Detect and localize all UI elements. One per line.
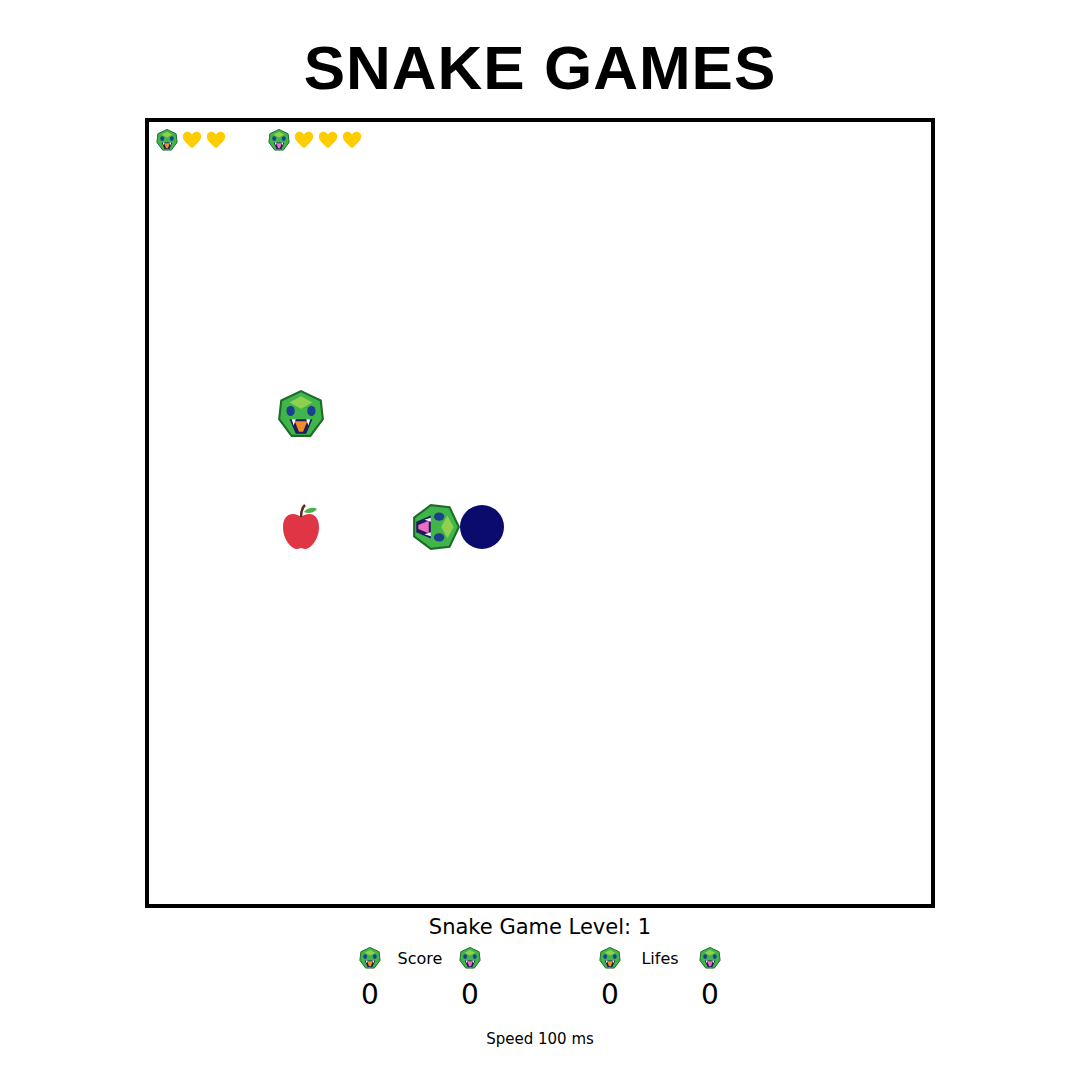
snake-head-icon xyxy=(358,946,382,970)
speed-label: Speed 100 ms xyxy=(486,1030,594,1048)
page: SNAKE GAMES Snake Game Level: 1 Score 0 … xyxy=(0,0,1080,1048)
heart-icon xyxy=(205,129,227,151)
stat-value: 0 xyxy=(601,978,619,1012)
snake-head-icon xyxy=(698,946,722,970)
stats: Score 0 0 Lifes 0 0 xyxy=(350,946,730,1012)
stat-group: Lifes 0 0 xyxy=(590,946,730,1012)
hud-player xyxy=(155,128,227,152)
snake-body xyxy=(460,505,504,549)
snake-head-icon xyxy=(275,388,327,440)
stat-value: 0 xyxy=(701,978,719,1012)
hud-player xyxy=(267,128,363,152)
snake-head xyxy=(410,501,462,553)
stat-label: Score xyxy=(398,949,443,968)
snake-head-icon xyxy=(458,946,482,970)
game-board[interactable] xyxy=(145,118,935,908)
apple xyxy=(279,503,323,551)
stat-value: 0 xyxy=(361,978,379,1012)
snake-head-icon xyxy=(267,128,291,152)
heart-icon xyxy=(293,129,315,151)
stat-group: Score 0 0 xyxy=(350,946,490,1012)
snake-head-icon xyxy=(155,128,179,152)
heart-icon xyxy=(317,129,339,151)
stat-label: Lifes xyxy=(641,949,678,968)
snake-body-segment xyxy=(460,505,504,549)
heart-icon xyxy=(341,129,363,151)
snake-head xyxy=(275,388,327,440)
apple-icon xyxy=(279,503,323,551)
level-label: Snake Game Level: 1 xyxy=(429,912,651,942)
snake-head-icon xyxy=(410,501,462,553)
stat-value: 0 xyxy=(461,978,479,1012)
lives-hud xyxy=(149,122,931,152)
game-title: SNAKE GAMES xyxy=(304,0,777,106)
heart-icon xyxy=(181,129,203,151)
snake-head-icon xyxy=(598,946,622,970)
